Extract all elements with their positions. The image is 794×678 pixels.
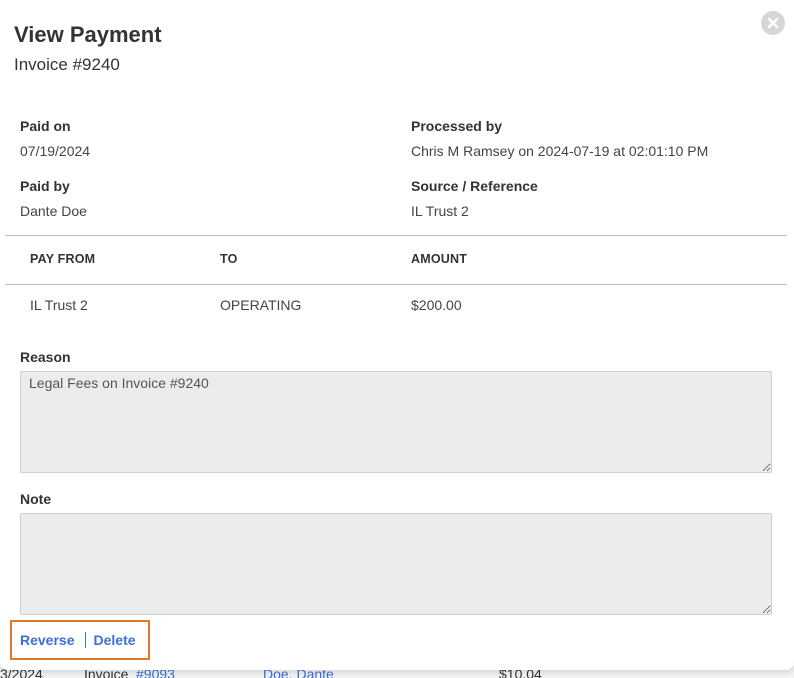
processed-by-label: Processed by: [411, 118, 503, 134]
paid-on-label: Paid on: [20, 118, 71, 134]
source-reference-label: Source / Reference: [411, 178, 538, 194]
paid-on-value: 07/19/2024: [20, 143, 91, 159]
view-payment-modal: View Payment Invoice #9240 Paid on 07/19…: [0, 0, 794, 670]
source-reference-value: IL Trust 2: [411, 203, 469, 219]
action-separator: [84, 632, 86, 648]
column-header-to: TO: [220, 252, 238, 266]
note-textarea[interactable]: [20, 513, 772, 615]
note-label: Note: [20, 491, 52, 507]
column-header-pay-from: PAY FROM: [30, 252, 96, 266]
cell-pay-from: IL Trust 2: [30, 297, 88, 313]
modal-title: View Payment: [14, 22, 162, 47]
cell-to: OPERATING: [220, 297, 302, 313]
reason-label: Reason: [20, 349, 71, 365]
divider: [5, 284, 787, 285]
close-button[interactable]: [761, 11, 785, 35]
payment-actions: Reverse Delete: [10, 620, 150, 660]
divider: [5, 235, 787, 236]
column-header-amount: AMOUNT: [411, 252, 468, 266]
reverse-link[interactable]: Reverse: [20, 632, 75, 648]
close-icon: [767, 17, 779, 29]
cell-amount: $200.00: [411, 297, 462, 313]
paid-by-label: Paid by: [20, 178, 70, 194]
delete-link[interactable]: Delete: [94, 632, 136, 648]
reason-textarea[interactable]: Legal Fees on Invoice #9240: [20, 371, 772, 473]
modal-subtitle: Invoice #9240: [14, 55, 120, 74]
paid-by-value: Dante Doe: [20, 203, 87, 219]
processed-by-value: Chris M Ramsey on 2024-07-19 at 02:01:10…: [411, 143, 709, 159]
